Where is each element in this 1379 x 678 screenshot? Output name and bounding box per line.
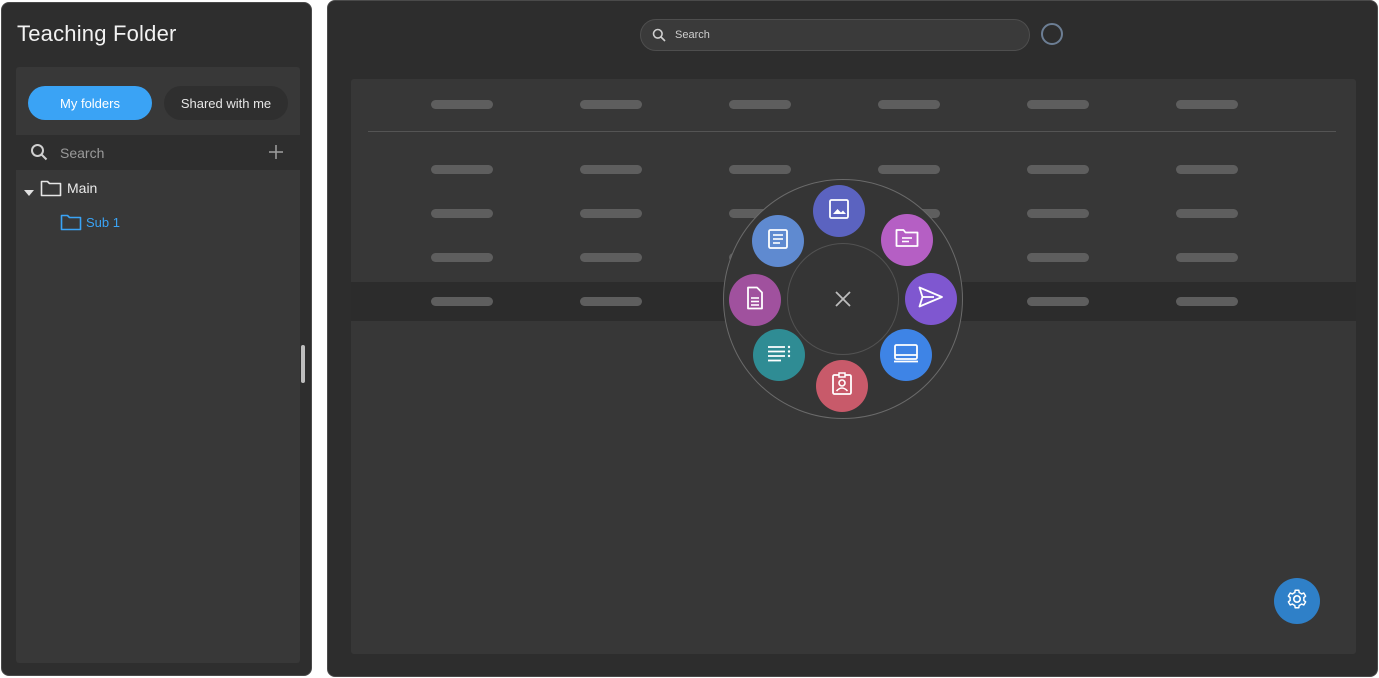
radial-menu [723, 179, 963, 419]
radial-send-button[interactable] [905, 273, 957, 325]
folder-icon [40, 179, 62, 202]
column-header-placeholder [729, 100, 791, 109]
radial-contact-button[interactable] [816, 360, 868, 412]
column-header-placeholder [431, 100, 493, 109]
folder-browser: My folders Shared with me Search Main Su… [16, 67, 300, 663]
table-cell-placeholder [431, 297, 493, 306]
global-search-bar[interactable]: Search [640, 19, 1030, 51]
folder-icon [60, 213, 82, 236]
resize-handle[interactable] [301, 345, 305, 383]
table-cell-placeholder [1027, 253, 1089, 262]
table-cell-placeholder [580, 297, 642, 306]
send-icon [918, 286, 944, 313]
table-cell-placeholder [580, 165, 642, 174]
column-header-placeholder [878, 100, 940, 109]
table-cell-placeholder [1027, 209, 1089, 218]
table-cell-placeholder [431, 209, 493, 218]
table-cell-placeholder [1176, 253, 1238, 262]
table-cell-placeholder [580, 209, 642, 218]
global-search-input[interactable]: Search [675, 29, 710, 41]
notes-icon [767, 228, 789, 255]
contact-card-icon [831, 371, 853, 401]
folder-search-bar[interactable]: Search [16, 135, 300, 170]
table-cell-placeholder [1027, 297, 1089, 306]
tree-item-label: Main [67, 180, 98, 196]
loading-spinner-icon [1041, 23, 1063, 45]
tab-shared-with-me[interactable]: Shared with me [164, 86, 288, 120]
document-icon [745, 286, 765, 315]
settings-button[interactable] [1274, 578, 1320, 624]
table-header-divider [368, 131, 1336, 132]
radial-menu-center[interactable] [787, 243, 899, 355]
add-folder-icon[interactable] [268, 144, 284, 165]
radial-notes-button[interactable] [752, 215, 804, 267]
folder-search-input[interactable]: Search [60, 145, 104, 161]
table-cell-placeholder [431, 253, 493, 262]
radial-list-button[interactable] [753, 329, 805, 381]
table-cell-placeholder [431, 165, 493, 174]
column-header-placeholder [1027, 100, 1089, 109]
caret-down-icon[interactable] [24, 184, 34, 202]
tree-item-label: Sub 1 [86, 215, 120, 230]
table-cell-placeholder [729, 165, 791, 174]
table-cell-placeholder [878, 165, 940, 174]
column-header-placeholder [1176, 100, 1238, 109]
table-cell-placeholder [1176, 297, 1238, 306]
sidebar: Teaching Folder My folders Shared with m… [1, 2, 312, 676]
tree-item-main[interactable]: Main [22, 177, 282, 199]
list-icon [767, 344, 791, 367]
folder-open-icon [895, 228, 919, 253]
table-cell-placeholder [1176, 209, 1238, 218]
image-icon [828, 198, 850, 225]
radial-monitor-button[interactable] [880, 329, 932, 381]
table-cell-placeholder [1176, 165, 1238, 174]
search-icon [30, 143, 48, 166]
search-icon [652, 28, 666, 47]
table-cell-placeholder [1027, 165, 1089, 174]
close-icon[interactable] [834, 290, 852, 313]
app-title: Teaching Folder [17, 21, 177, 46]
radial-document-button[interactable] [729, 274, 781, 326]
monitor-icon [893, 343, 919, 368]
tab-my-folders[interactable]: My folders [28, 86, 152, 120]
column-header-placeholder [580, 100, 642, 109]
tree-item-sub-1[interactable]: Sub 1 [60, 211, 260, 233]
table-cell-placeholder [580, 253, 642, 262]
radial-folder-button[interactable] [881, 214, 933, 266]
radial-image-button[interactable] [813, 185, 865, 237]
gear-icon [1286, 588, 1308, 615]
